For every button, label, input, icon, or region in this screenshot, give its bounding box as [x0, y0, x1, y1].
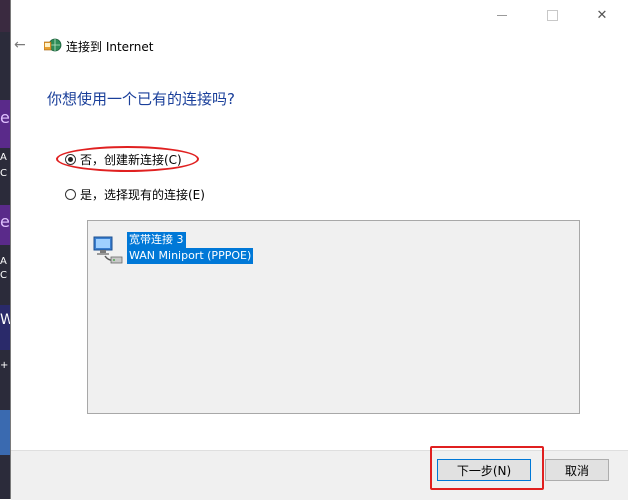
desktop-label: W	[0, 312, 14, 328]
connection-name: 宽带连接 3	[127, 232, 186, 248]
desktop-label: +	[0, 360, 9, 371]
annotation-rectangle	[430, 446, 544, 490]
desktop-label: A	[0, 152, 7, 163]
network-connection-icon	[93, 236, 123, 264]
desktop-tile	[0, 410, 10, 455]
connection-list[interactable]: 宽带连接 3 WAN Miniport (PPPOE)	[87, 220, 580, 414]
desktop-label: A	[0, 256, 7, 267]
radio-button[interactable]	[65, 189, 76, 200]
cancel-button[interactable]: 取消	[545, 459, 609, 481]
maximize-button[interactable]	[529, 0, 575, 30]
network-globe-icon	[44, 38, 62, 52]
option-use-existing[interactable]: 是，选择现有的连接(E)	[65, 186, 205, 203]
desktop-label: e	[0, 108, 10, 127]
desktop-background-strip: e A C e A C W +	[0, 0, 14, 499]
wizard-title: 连接到 Internet	[66, 40, 154, 54]
back-button[interactable]: ←	[14, 37, 30, 53]
back-arrow-icon: ←	[14, 37, 26, 53]
desktop-tile	[0, 0, 10, 32]
connection-item[interactable]: 宽带连接 3 WAN Miniport (PPPOE)	[91, 232, 254, 266]
connection-text: 宽带连接 3 WAN Miniport (PPPOE)	[127, 232, 254, 264]
close-icon: ✕	[596, 7, 608, 23]
option-label: 是，选择现有的连接(E)	[80, 188, 205, 202]
connection-device: WAN Miniport (PPPOE)	[127, 248, 254, 264]
desktop-label: C	[0, 168, 7, 179]
close-button[interactable]: ✕	[579, 0, 625, 30]
minimize-button[interactable]	[479, 0, 525, 30]
connect-to-internet-dialog: ✕ ← 连接到 Internet 你想使用一个已有的连接吗? 否，创建新连接(C…	[10, 0, 628, 500]
desktop-label: C	[0, 270, 7, 281]
maximize-icon	[546, 9, 558, 21]
minimize-icon	[497, 14, 507, 16]
desktop-label: e	[0, 212, 10, 231]
question-heading: 你想使用一个已有的连接吗?	[47, 90, 235, 108]
annotation-ellipse	[56, 146, 199, 172]
